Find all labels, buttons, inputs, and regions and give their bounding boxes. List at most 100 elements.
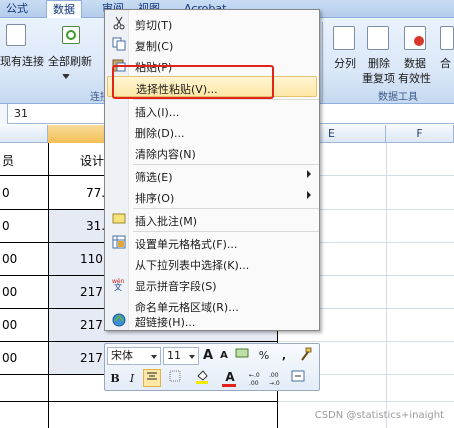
data-validation-line2[interactable]: 有效性 — [398, 70, 431, 86]
refresh-all-button[interactable]: 全部刷新 — [48, 53, 92, 69]
column-header-prev[interactable] — [0, 125, 48, 143]
fill-color-button[interactable] — [191, 370, 215, 388]
remove-duplicates-icon — [367, 26, 389, 50]
increase-decimal-button[interactable]: ←.0.00 — [249, 370, 267, 388]
data-validation-line1[interactable]: 数据 — [404, 55, 426, 71]
font-color-button[interactable]: A — [219, 369, 241, 387]
font-size-dropdown[interactable]: 11 — [163, 347, 199, 365]
menu-label: 清除内容(N) — [135, 148, 196, 161]
refresh-arrow-icon — [66, 30, 76, 40]
table-border — [48, 143, 49, 428]
menu-label: 删除(D)... — [135, 127, 185, 140]
menu-item-copy[interactable]: 复制(C) — [107, 34, 317, 55]
menu-item-hyperlink[interactable]: 超链接(H)... — [107, 310, 317, 331]
scissors-icon — [113, 16, 125, 30]
tab-formulas[interactable]: 公式 — [0, 0, 34, 18]
comma-style-button[interactable]: , — [277, 347, 291, 365]
menu-item-pick-from-list[interactable]: 从下拉列表中选择(K)... — [107, 253, 317, 274]
table-cell: 00 — [2, 318, 18, 332]
menu-label: 排序(O) — [135, 192, 175, 205]
increase-decimal-icon: ←.0.00 — [249, 372, 260, 387]
italic-button[interactable]: I — [125, 370, 139, 388]
currency-format-button[interactable] — [233, 347, 251, 365]
menu-label: 显示拼音字段(S) — [135, 280, 217, 293]
existing-connections-icon — [6, 24, 26, 46]
merge-center-button[interactable] — [289, 370, 307, 388]
menu-item-format-cells[interactable]: 设置单元格格式(F)... — [107, 232, 317, 253]
decrease-decimal-icon: .00→.0 — [269, 372, 280, 387]
text-to-columns-button[interactable]: 分列 — [334, 55, 356, 71]
consolidate-icon — [440, 26, 454, 50]
watermark: CSDN @statistics+inaight — [314, 410, 444, 421]
svg-text:文: 文 — [114, 282, 122, 291]
consolidate-button[interactable]: 合 — [440, 55, 451, 71]
table-cell: 00 — [2, 351, 18, 365]
gridline — [386, 143, 387, 428]
existing-connections-button[interactable]: 现有连接 — [0, 53, 44, 69]
table-cell: 31. — [86, 219, 106, 233]
table-cell: 110. — [80, 252, 107, 266]
tab-data[interactable]: 数据 — [46, 0, 82, 19]
fill-color-icon — [196, 370, 208, 384]
menu-item-insert-comment[interactable]: 插入批注(M) — [107, 209, 317, 230]
menu-item-delete[interactable]: 删除(D)... — [107, 121, 317, 142]
format-painter-icon — [301, 347, 312, 361]
menu-item-show-phonetic[interactable]: wén 文 显示拼音字段(S) — [107, 274, 317, 295]
menu-item-sort[interactable]: 排序(O) — [107, 186, 317, 207]
menu-item-insert[interactable]: 插入(I)... — [107, 100, 317, 121]
borders-icon — [169, 370, 181, 382]
header-cell-design: 设计 — [80, 154, 105, 168]
menu-item-clear-contents[interactable]: 清除内容(N) — [107, 142, 317, 163]
format-cells-icon — [112, 235, 126, 249]
menu-item-cut[interactable]: 剪切(T) — [107, 13, 317, 34]
remove-duplicates-line2[interactable]: 重复项 — [362, 70, 395, 86]
menu-label: 剪切(T) — [135, 19, 173, 32]
ribbon-divider — [322, 22, 323, 102]
submenu-arrow-icon — [307, 170, 311, 178]
svg-text:.00: .00 — [249, 380, 259, 386]
table-cell: 0 — [2, 219, 10, 233]
menu-label: 从下拉列表中选择(K)... — [135, 259, 250, 272]
table-cell: 00 — [2, 252, 18, 266]
table-border — [0, 401, 278, 402]
format-painter-button[interactable] — [297, 347, 315, 365]
table-cell: 0 — [2, 186, 10, 200]
group-data-tools-label: 数据工具 — [378, 92, 418, 103]
font-name-dropdown[interactable]: 宋体 — [107, 347, 161, 365]
menu-label: 筛选(E) — [135, 171, 173, 184]
remove-duplicates-line1[interactable]: 删除 — [368, 55, 390, 71]
chevron-down-icon[interactable] — [62, 74, 70, 79]
chevron-down-icon — [151, 355, 157, 359]
menu-label: 超链接(H)... — [135, 316, 196, 329]
menu-label: 插入批注(M) — [135, 215, 198, 228]
percent-button[interactable]: % — [257, 347, 271, 365]
text-to-columns-icon — [333, 26, 355, 50]
phonetic-icon: wén文 — [112, 278, 125, 291]
decrease-decimal-button[interactable]: .00 →.0 — [269, 370, 287, 388]
name-box[interactable] — [0, 104, 8, 124]
column-header-f[interactable]: F — [386, 125, 454, 143]
menu-label: 插入(I)... — [135, 106, 180, 119]
menu-label: 复制(C) — [135, 40, 174, 53]
submenu-arrow-icon — [307, 191, 311, 199]
context-menu: 剪切(T) 复制(C) 粘贴(P) 选择性粘贴(V)... 插入(I)... 删… — [104, 9, 320, 331]
menu-item-filter[interactable]: 筛选(E) — [107, 165, 317, 186]
merge-center-icon — [291, 370, 305, 382]
borders-button[interactable] — [165, 370, 187, 388]
menu-label: 设置单元格格式(F)... — [135, 238, 238, 251]
currency-icon — [235, 348, 249, 358]
grow-font-button[interactable]: A — [201, 347, 215, 365]
align-center-icon — [147, 372, 157, 380]
table-cell: 77. — [86, 186, 106, 200]
svg-text:←.0: ←.0 — [249, 372, 260, 379]
chevron-down-icon — [189, 355, 195, 359]
mini-toolbar: 宋体 11 A A % , B I A ←.0.00 .00 →.0 — [104, 343, 320, 391]
bold-button[interactable]: B — [108, 370, 122, 388]
svg-text:.00: .00 — [269, 372, 279, 379]
table-border — [0, 341, 278, 342]
table-cell: 217. — [80, 351, 107, 365]
formula-value[interactable]: 31 — [14, 107, 28, 120]
table-cell: 00 — [2, 285, 18, 299]
align-center-button[interactable] — [143, 369, 161, 387]
shrink-font-button[interactable]: A — [217, 347, 231, 365]
